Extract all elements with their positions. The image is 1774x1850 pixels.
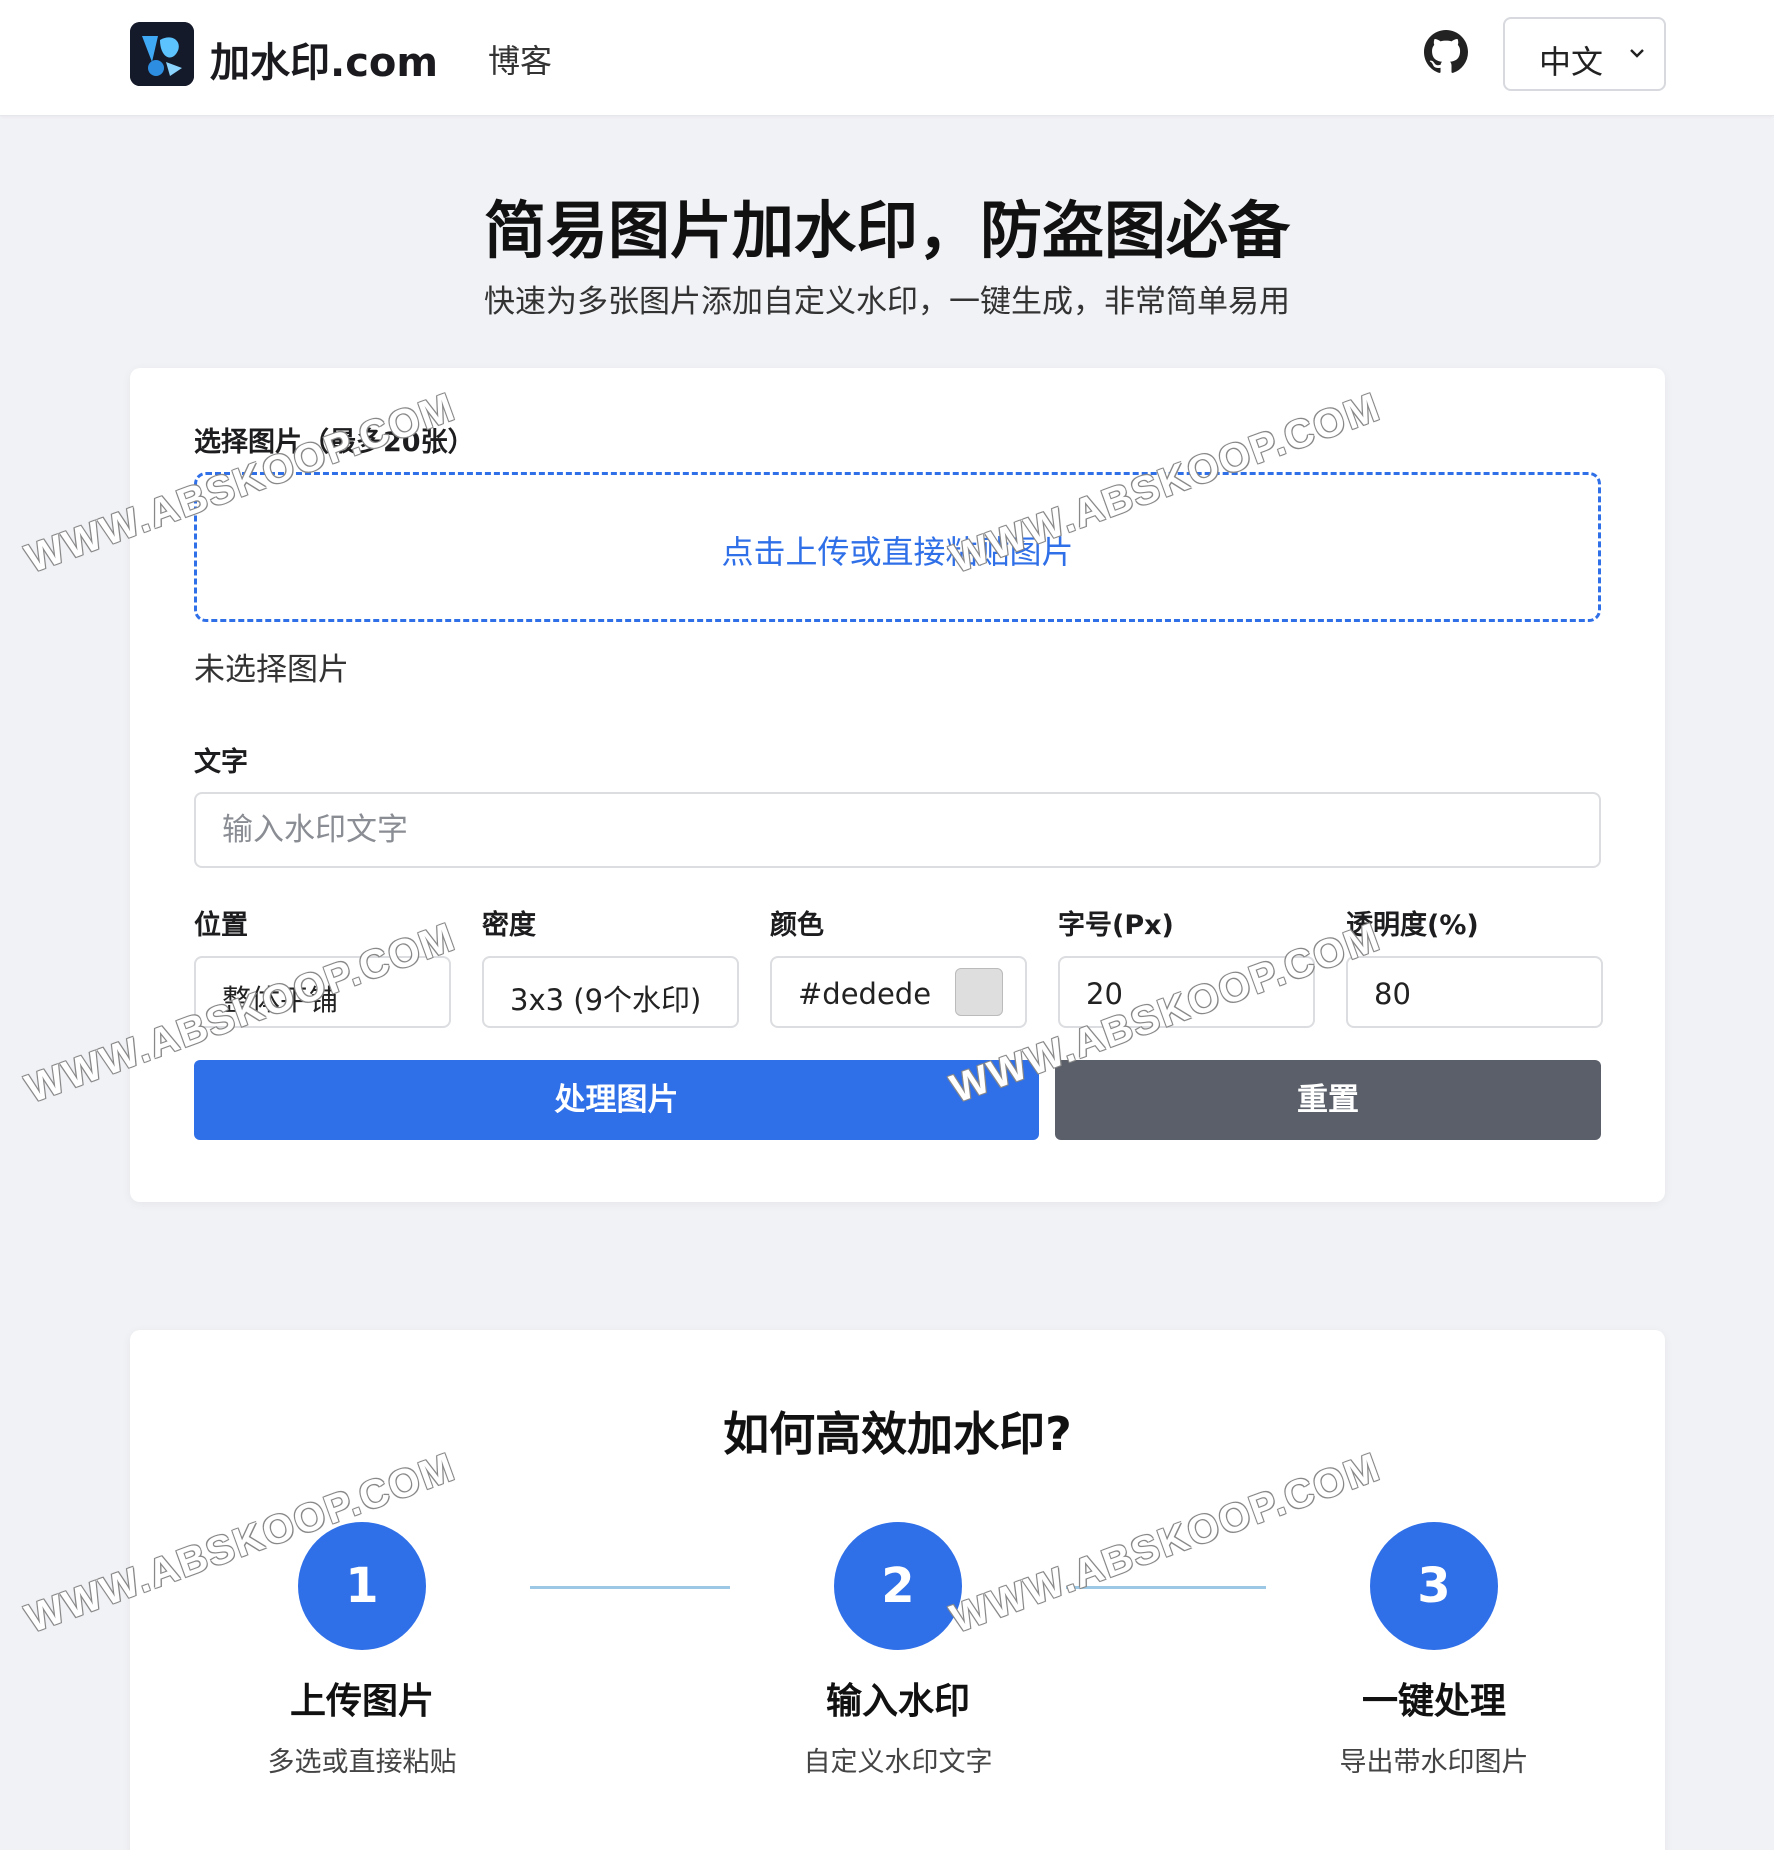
step-desc: 多选或直接粘贴 [267,1747,457,1778]
text-label: 文字 [194,747,248,778]
upload-dropzone[interactable]: 点击上传或直接粘贴图片 [194,472,1601,622]
density-select[interactable]: 3x3 (9个水印) [482,956,739,1028]
position-label: 位置 [194,910,248,941]
step-title: 上传图片 [289,1681,434,1722]
images-label: 选择图片（最多20张） [194,427,475,458]
page-title: 简易图片加水印，防盗图必备 [483,194,1290,267]
step-title: 一键处理 [1361,1681,1506,1722]
opacity-label: 透明度(%) [1346,910,1479,941]
step-connector [530,1586,730,1589]
font-size-input[interactable]: 20 [1058,956,1315,1028]
position-value: 整体平铺 [222,983,339,1017]
file-status: 未选择图片 [194,652,349,688]
reset-button[interactable]: 重置 [1055,1060,1601,1140]
language-label: 中文 [1539,43,1604,81]
how-to-card: 如何高效加水印? 1 2 3 上传图片 输入水印 一键处理 多选或直接粘贴 自定… [130,1330,1665,1850]
font-size-value: 20 [1086,977,1123,1011]
color-label: 颜色 [770,910,824,941]
language-select[interactable]: 中文 [1503,17,1666,91]
color-swatch[interactable] [955,968,1003,1016]
position-select[interactable]: 整体平铺 [194,956,451,1028]
process-button[interactable]: 处理图片 [194,1060,1039,1140]
opacity-input[interactable]: 80 [1346,956,1603,1028]
step-number: 3 [1370,1522,1498,1650]
github-icon[interactable] [1424,30,1468,74]
step-desc: 导出带水印图片 [1339,1747,1529,1778]
page-subtitle: 快速为多张图片添加自定义水印，一键生成，非常简单易用 [484,284,1290,320]
step-desc: 自定义水印文字 [803,1747,993,1778]
font-size-label: 字号(Px) [1058,910,1174,941]
color-input[interactable]: #dedede [770,956,1027,1028]
watermark-text-input[interactable] [194,792,1601,868]
watermark-logo-icon[interactable] [130,22,194,86]
chevron-down-icon [1627,43,1647,63]
step-number: 2 [834,1522,962,1650]
upload-hint: 点击上传或直接粘贴图片 [721,533,1074,571]
nav-blog-link[interactable]: 博客 [488,36,552,82]
step-title: 输入水印 [825,1681,970,1722]
step-number: 1 [298,1522,426,1650]
steps-title: 如何高效加水印? [723,1407,1072,1461]
brand-name[interactable]: 加水印.com [210,30,438,88]
step-connector [1066,1586,1266,1589]
top-nav: 加水印.com 博客 中文 [0,0,1774,116]
watermark-form-card: 选择图片（最多20张） 点击上传或直接粘贴图片 未选择图片 文字 位置 密度 颜… [130,368,1665,1202]
opacity-value: 80 [1374,977,1411,1011]
color-value: #dedede [798,977,932,1011]
density-label: 密度 [482,910,536,941]
density-value: 3x3 (9个水印) [510,983,702,1017]
